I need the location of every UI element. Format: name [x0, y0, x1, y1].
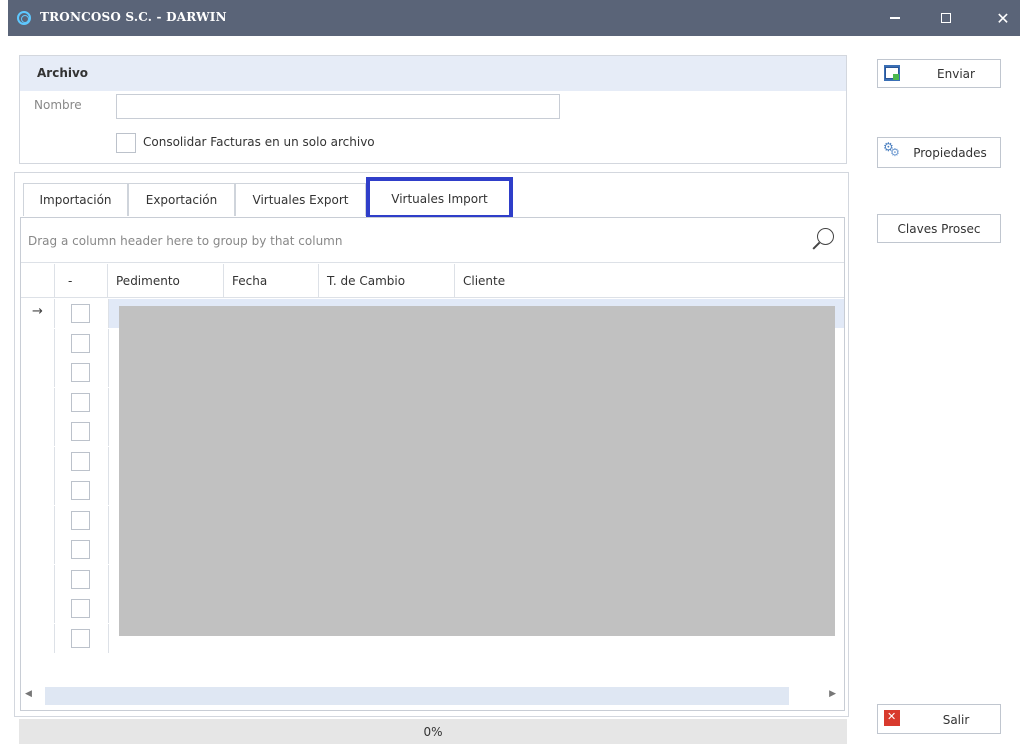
horizontal-scrollbar[interactable]: ◀ ▶ [21, 685, 844, 710]
row-checkbox[interactable] [71, 333, 90, 353]
column-divider [108, 446, 109, 476]
row-checkbox[interactable] [71, 599, 90, 618]
consolidar-label[interactable]: Consolidar Facturas en un solo archivo [143, 135, 375, 149]
consolidar-checkbox[interactable] [116, 133, 136, 153]
column-divider [108, 476, 109, 505]
column-divider [108, 594, 109, 623]
column-header-pedimento[interactable]: Pedimento [108, 264, 224, 298]
row-indicator [21, 535, 55, 564]
maximize-icon [941, 13, 951, 23]
row-checkbox[interactable] [71, 304, 90, 323]
title-bar: TRONCOSO S.C. - DARWIN ✕ [8, 0, 1020, 36]
column-divider [108, 358, 109, 387]
row-checkbox[interactable] [71, 363, 90, 382]
row-checkbox[interactable] [71, 540, 90, 559]
row-indicator [21, 387, 55, 417]
row-indicator [21, 446, 55, 476]
search-icon[interactable] [810, 228, 834, 252]
column-divider [108, 505, 109, 535]
enviar-label: Enviar [937, 67, 975, 81]
send-mail-icon [884, 65, 900, 81]
row-indicator [21, 505, 55, 535]
window-title: TRONCOSO S.C. - DARWIN [40, 10, 227, 24]
column-header-cliente[interactable]: Cliente [455, 264, 844, 298]
claves-prosec-label: Claves Prosec [897, 222, 981, 236]
column-divider [108, 299, 109, 328]
row-checkbox[interactable] [71, 628, 90, 648]
row-indicator [21, 358, 55, 387]
progress-bar: 0% [19, 719, 847, 744]
tab-virtuales-import[interactable]: Virtuales Import [366, 177, 513, 219]
claves-prosec-button[interactable]: Claves Prosec [877, 214, 1001, 243]
nombre-input[interactable] [116, 94, 560, 119]
column-header-select[interactable]: - [55, 264, 108, 298]
enviar-button[interactable]: Enviar [877, 59, 1001, 88]
row-checkbox[interactable] [71, 422, 90, 441]
nombre-label: Nombre [34, 98, 82, 112]
redacted-area [119, 306, 835, 636]
row-checkbox[interactable] [71, 451, 90, 471]
row-indicator-header [21, 264, 55, 298]
row-indicator [21, 564, 55, 594]
row-checkbox[interactable] [71, 510, 90, 530]
column-divider [108, 417, 109, 446]
column-divider [108, 328, 109, 358]
gears-icon [883, 140, 900, 159]
row-checkbox[interactable] [71, 392, 90, 412]
row-checkbox[interactable] [71, 569, 90, 589]
maximize-button[interactable] [926, 0, 966, 36]
propiedades-button[interactable]: Propiedades [877, 137, 1001, 168]
row-indicator [21, 417, 55, 446]
scroll-right-icon[interactable]: ▶ [829, 689, 836, 699]
row-indicator [21, 623, 55, 653]
group-by-panel[interactable]: Drag a column header here to group by th… [21, 218, 844, 263]
archivo-group: Archivo Nombre Consolidar Facturas en un… [19, 55, 847, 164]
group-hint-text: Drag a column header here to group by th… [28, 234, 343, 248]
row-indicator [21, 328, 55, 358]
tab-importacion[interactable]: Importación [23, 183, 128, 216]
column-divider [108, 535, 109, 564]
tab-exportacion[interactable]: Exportación [128, 183, 235, 216]
progress-label: 0% [423, 725, 443, 739]
minimize-icon [890, 17, 900, 19]
column-divider [108, 564, 109, 594]
column-divider [108, 623, 109, 653]
row-checkbox[interactable] [71, 481, 90, 500]
app-logo-icon [17, 11, 31, 25]
data-grid: Drag a column header here to group by th… [20, 217, 845, 711]
column-divider [108, 387, 109, 417]
minimize-button[interactable] [875, 0, 915, 36]
column-header-fecha[interactable]: Fecha [224, 264, 319, 298]
archivo-header: Archivo [20, 56, 846, 91]
tab-virtuales-export[interactable]: Virtuales Export [235, 183, 366, 216]
propiedades-label: Propiedades [913, 146, 987, 160]
scroll-left-icon[interactable]: ◀ [25, 689, 32, 699]
row-indicator: → [21, 299, 55, 328]
row-indicator [21, 476, 55, 505]
column-header-tipo-cambio[interactable]: T. de Cambio [319, 264, 455, 298]
salir-button[interactable]: Salir [877, 704, 1001, 734]
close-button[interactable]: ✕ [983, 0, 1020, 36]
row-indicator [21, 594, 55, 623]
salir-label: Salir [942, 713, 970, 727]
scrollbar-thumb[interactable] [45, 687, 789, 705]
exit-icon [884, 710, 900, 726]
